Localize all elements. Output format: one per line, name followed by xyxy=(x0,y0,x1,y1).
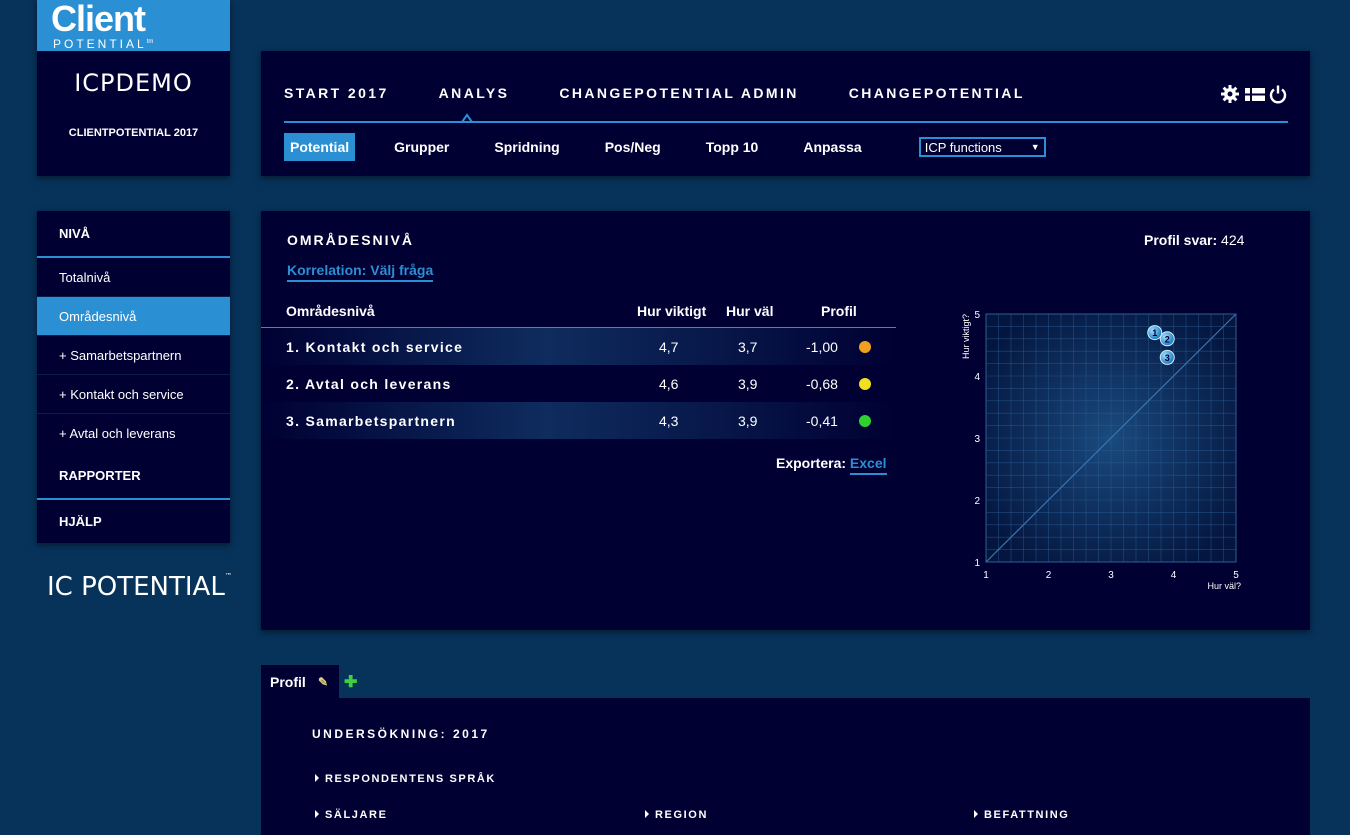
y-tick-label: 5 xyxy=(974,310,980,321)
analysis-panel: OMRÅDESNIVÅ Profil svar: 424 Korrelation… xyxy=(261,211,1310,630)
table-row[interactable]: 1. Kontakt och service 4,7 3,7 -1,00 xyxy=(261,328,896,365)
y-tick-label: 4 xyxy=(974,372,980,383)
table-row[interactable]: 2. Avtal och leverans 4,6 3,9 -0,68 xyxy=(261,365,896,402)
survey-title: UNDERSÖKNING: 2017 xyxy=(312,727,490,741)
tab-potential[interactable]: Potential xyxy=(284,133,356,161)
profil-svar: Profil svar: 424 xyxy=(1144,232,1244,248)
y-tick-label: 1 xyxy=(974,558,980,569)
row-profil: -0,41 xyxy=(806,413,838,429)
logo-main-text: Client xyxy=(51,0,146,39)
x-tick-label: 1 xyxy=(983,570,989,581)
row-profil: -0,68 xyxy=(806,376,838,392)
year-label: CLIENTPOTENTIAL 2017 xyxy=(68,127,199,139)
point-label: 2 xyxy=(1165,334,1170,344)
profil-svar-label: Profil svar: xyxy=(1144,232,1218,248)
expand-arrow-icon xyxy=(315,810,319,818)
client-potential-logo[interactable]: Client POTENTIALtm xyxy=(37,0,230,51)
power-icon[interactable] xyxy=(1268,84,1288,104)
status-dot xyxy=(859,341,871,353)
tab-anpassa[interactable]: Anpassa xyxy=(797,133,867,161)
nav-changepotential-admin[interactable]: CHANGEPOTENTIAL ADMIN xyxy=(559,85,798,101)
sidebar-item-totalniva[interactable]: Totalnivå xyxy=(37,258,230,297)
filter-saljare[interactable]: SÄLJARE xyxy=(315,809,388,821)
correlation-link[interactable]: Korrelation: Välj fråga xyxy=(287,262,434,282)
sidebar-item-hjalp[interactable]: HJÄLP xyxy=(37,500,230,543)
select-value: ICP functions xyxy=(924,139,1002,155)
sidebar-item-samarbetspartnern[interactable]: + Samarbetspartnern xyxy=(37,336,230,375)
sidebar-item-kontakt-och-service[interactable]: + Kontakt och service xyxy=(37,375,230,414)
export: Exportera: Excel xyxy=(776,455,887,475)
main-nav: START 2017 ANALYS CHANGEPOTENTIAL ADMIN … xyxy=(284,85,1075,101)
row-val: 3,9 xyxy=(738,413,758,429)
filter-region[interactable]: REGION xyxy=(645,809,708,821)
row-viktigt: 4,3 xyxy=(659,413,679,429)
col-hur-viktigt[interactable]: Hur viktigt xyxy=(637,303,706,319)
y-axis-label: Hur viktigt? xyxy=(961,314,971,359)
row-viktigt: 4,7 xyxy=(659,339,679,355)
x-tick-label: 5 xyxy=(1233,570,1239,581)
sidebar-item-niva[interactable]: NIVÅ xyxy=(37,211,230,258)
table-row[interactable]: 3. Samarbetspartnern 4,3 3,9 -0,41 xyxy=(261,402,896,439)
nav-divider xyxy=(284,121,1288,123)
tab-topp-10[interactable]: Topp 10 xyxy=(700,133,765,161)
expand-arrow-icon xyxy=(315,774,319,782)
sidebar: NIVÅ Totalnivå Områdesnivå + Samarbetspa… xyxy=(37,211,230,543)
nav-start-2017[interactable]: START 2017 xyxy=(284,85,389,101)
header: START 2017 ANALYS CHANGEPOTENTIAL ADMIN … xyxy=(261,51,1310,176)
pencil-icon[interactable]: ✎ xyxy=(318,675,328,689)
row-name: 3. Samarbetspartnern xyxy=(286,413,456,429)
add-tab-icon[interactable]: ✚ xyxy=(344,672,357,692)
chevron-down-icon: ▼ xyxy=(1030,142,1040,152)
y-tick-label: 2 xyxy=(974,496,980,507)
row-val: 3,7 xyxy=(738,339,758,355)
brand-block: Client POTENTIALtm ICPDEMO CLIENTPOTENTI… xyxy=(37,0,230,176)
row-name: 2. Avtal och leverans xyxy=(286,376,452,392)
status-dot xyxy=(859,378,871,390)
profile-panel: UNDERSÖKNING: 2017 RESPONDENTENS SPRÅK S… xyxy=(261,698,1310,835)
status-dot xyxy=(859,415,871,427)
tab-spridning[interactable]: Spridning xyxy=(488,133,565,161)
col-omradesniva[interactable]: Områdesnivå xyxy=(286,303,375,319)
sidebar-item-rapporter[interactable]: RAPPORTER xyxy=(37,453,230,500)
panel-title: OMRÅDESNIVÅ xyxy=(287,232,415,248)
row-profil: -1,00 xyxy=(806,339,838,355)
header-icons xyxy=(1220,84,1288,104)
x-tick-label: 2 xyxy=(1046,570,1052,581)
x-tick-label: 3 xyxy=(1108,570,1114,581)
correlation-scatter-chart: 1 2 3 4 512345Hur väl?Hur viktigt? 123 xyxy=(961,310,1241,591)
nav-analys[interactable]: ANALYS xyxy=(439,85,510,101)
demo-logo: ICPDEMO xyxy=(74,69,193,97)
sidebar-item-avtal-och-leverans[interactable]: + Avtal och leverans xyxy=(37,414,230,453)
row-viktigt: 4,6 xyxy=(659,376,679,392)
nav-changepotential[interactable]: CHANGEPOTENTIAL xyxy=(849,85,1025,101)
flag-icon[interactable] xyxy=(1244,84,1265,104)
tab-profil-label: Profil xyxy=(270,674,306,690)
row-name: 1. Kontakt och service xyxy=(286,339,464,355)
col-profil[interactable]: Profil xyxy=(821,303,857,319)
export-label: Exportera: xyxy=(776,455,847,471)
tab-profil[interactable]: Profil ✎ xyxy=(261,665,339,699)
point-label: 3 xyxy=(1165,353,1170,363)
y-tick-label: 3 xyxy=(974,434,980,445)
table-header: Områdesnivå Hur viktigt Hur väl Profil xyxy=(261,303,896,328)
col-hur-val[interactable]: Hur väl xyxy=(726,303,773,319)
sub-nav: Potential Grupper Spridning Pos/Neg Topp… xyxy=(284,133,1046,161)
filter-respondentens-sprak[interactable]: RESPONDENTENS SPRÅK xyxy=(315,773,496,785)
logo-sub-text: POTENTIALtm xyxy=(53,37,154,51)
ic-potential-logo: IC POTENTIAL™ xyxy=(47,572,232,602)
sidebar-item-omradesniva[interactable]: Områdesnivå xyxy=(37,297,230,336)
icp-functions-select[interactable]: ICP functions ▼ xyxy=(918,137,1046,157)
tab-pos-neg[interactable]: Pos/Neg xyxy=(599,133,667,161)
tab-grupper[interactable]: Grupper xyxy=(388,133,455,161)
gear-icon[interactable] xyxy=(1220,84,1240,104)
expand-arrow-icon xyxy=(645,810,649,818)
filter-befattning[interactable]: BEFATTNING xyxy=(974,809,1069,821)
x-axis-label: Hur väl? xyxy=(1207,581,1241,591)
profil-svar-value: 424 xyxy=(1221,232,1245,248)
x-tick-label: 4 xyxy=(1171,570,1177,581)
row-val: 3,9 xyxy=(738,376,758,392)
expand-arrow-icon xyxy=(974,810,978,818)
point-label: 1 xyxy=(1152,328,1157,338)
excel-export-link[interactable]: Excel xyxy=(849,455,887,475)
